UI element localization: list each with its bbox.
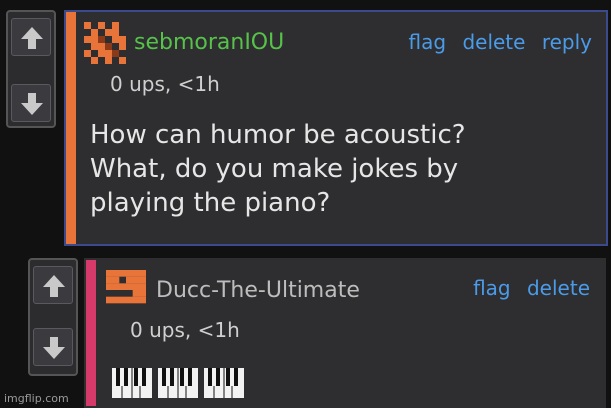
- username[interactable]: sebmoranIOU: [134, 30, 284, 55]
- comment-actions: flag delete: [463, 276, 590, 300]
- username[interactable]: Ducc-The-Ultimate: [156, 278, 360, 303]
- comment: sebmoranIOU flag delete reply 0 ups, <1h…: [64, 10, 608, 246]
- piano-keys-icon: [158, 368, 198, 407]
- watermark: imgflip.com: [4, 392, 69, 405]
- flag-link[interactable]: flag: [409, 30, 447, 54]
- arrow-up-icon: [21, 27, 43, 49]
- piano-keys-icon: [112, 368, 152, 407]
- comment-meta: 0 ups, <1h: [130, 318, 240, 342]
- comment-text-line: playing the piano?: [90, 188, 331, 218]
- avatar-icon: [106, 270, 146, 304]
- comment-thread-bar: [66, 12, 76, 244]
- comment-actions: flag delete reply: [399, 30, 592, 54]
- comment-meta: 0 ups, <1h: [110, 72, 220, 96]
- piano-keys-icon: [204, 368, 244, 407]
- upvote-button[interactable]: [33, 266, 73, 304]
- upvote-button[interactable]: [11, 18, 51, 56]
- avatar[interactable]: [84, 22, 126, 64]
- flag-link[interactable]: flag: [473, 276, 511, 300]
- avatar-icon: [84, 22, 126, 64]
- downvote-button[interactable]: [33, 328, 73, 366]
- delete-link[interactable]: delete: [462, 30, 525, 54]
- arrow-up-icon: [43, 275, 65, 297]
- comment-text-line: How can humor be acoustic?: [90, 120, 466, 150]
- comment-body: How can humor be acoustic? What, do you …: [90, 118, 466, 220]
- comment-thread-bar: [86, 260, 96, 406]
- reply-link[interactable]: reply: [542, 30, 592, 54]
- arrow-down-icon: [21, 93, 43, 115]
- vote-panel: [28, 258, 78, 376]
- vote-panel: [6, 10, 56, 128]
- arrow-down-icon: [43, 337, 65, 359]
- comment-text-line: What, do you make jokes by: [90, 154, 459, 184]
- downvote-button[interactable]: [11, 84, 51, 122]
- avatar[interactable]: [106, 270, 148, 312]
- delete-link[interactable]: delete: [527, 276, 590, 300]
- comment: Ducc-The-Ultimate flag delete 0 ups, <1h: [84, 258, 606, 408]
- comment-body: [112, 368, 250, 407]
